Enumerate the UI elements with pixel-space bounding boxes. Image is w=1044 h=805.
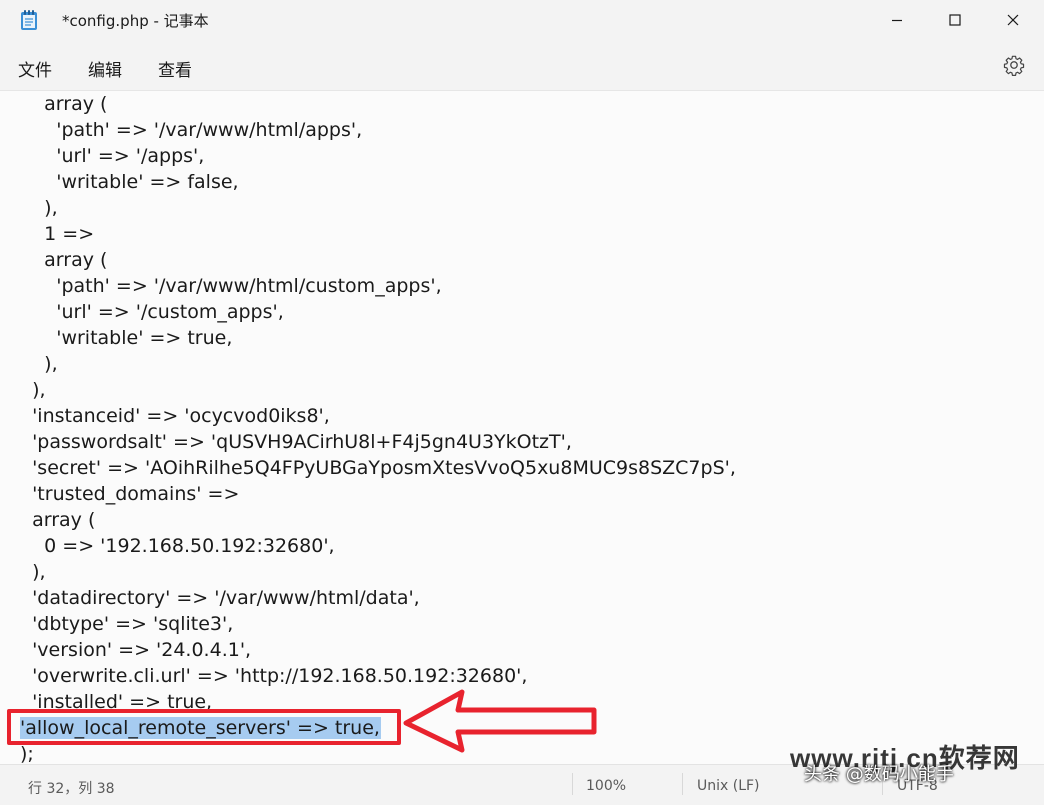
- menu-view[interactable]: 查看: [158, 56, 192, 81]
- line-text: 'instanceid' => 'ocycvod0iks8',: [20, 405, 330, 427]
- red-arrow-icon: [403, 689, 597, 753]
- line-text: 'trusted_domains' =>: [20, 483, 240, 505]
- maximize-button[interactable]: [926, 0, 984, 40]
- code-line: 'writable' => false,: [20, 169, 239, 195]
- code-line: 'passwordsalt' => 'qUSVH9ACirhU8l+F4j5gn…: [20, 429, 572, 455]
- code-line: 'url' => '/apps',: [20, 143, 204, 169]
- line-text: 'path' => '/var/www/html/apps',: [20, 119, 363, 141]
- window-title: *config.php - 记事本: [62, 12, 209, 30]
- line-text: array (: [20, 249, 108, 271]
- code-line: 'url' => '/custom_apps',: [20, 299, 284, 325]
- minimize-icon: [892, 19, 902, 22]
- code-line: ),: [20, 559, 46, 585]
- code-line: 'datadirectory' => '/var/www/html/data',: [20, 585, 420, 611]
- line-text: 'secret' => 'AOihRilhe5Q4FPyUBGaYposmXte…: [20, 457, 736, 479]
- code-line: array (: [20, 507, 95, 533]
- code-line: 'dbtype' => 'sqlite3',: [20, 611, 233, 637]
- line-text: 'url' => '/custom_apps',: [20, 301, 284, 323]
- menu-edit[interactable]: 编辑: [88, 56, 122, 81]
- watermark-author: 头条 @数码小能手: [804, 764, 954, 785]
- line-text: 'datadirectory' => '/var/www/html/data',: [20, 587, 420, 609]
- menu-file[interactable]: 文件: [18, 56, 52, 81]
- close-button[interactable]: [984, 0, 1042, 40]
- cursor-position: 行 32，列 38: [28, 781, 115, 797]
- close-icon: [1007, 14, 1019, 26]
- minimize-button[interactable]: [868, 0, 926, 40]
- line-text: 'passwordsalt' => 'qUSVH9ACirhU8l+F4j5gn…: [20, 431, 572, 453]
- status-divider: [572, 773, 573, 795]
- code-line: ),: [20, 195, 58, 221]
- code-line: ),: [20, 351, 58, 377]
- line-text: 'writable' => false,: [20, 171, 239, 193]
- zoom-level: 100%: [586, 778, 627, 794]
- code-line: 'path' => '/var/www/html/custom_apps',: [20, 273, 442, 299]
- line-text: ),: [20, 561, 46, 583]
- code-line: ),: [20, 377, 46, 403]
- line-text: 'version' => '24.0.4.1',: [20, 639, 252, 661]
- title-bar: *config.php - 记事本: [0, 0, 1044, 40]
- maximize-icon: [949, 14, 961, 26]
- code-line: 'trusted_domains' =>: [20, 481, 239, 507]
- code-line: 1 =>: [20, 221, 94, 247]
- line-text: ),: [20, 197, 58, 219]
- line-text: 'writable' => true,: [20, 327, 233, 349]
- line-text: ),: [20, 353, 58, 375]
- code-line: 0 => '192.168.50.192:32680',: [20, 533, 335, 559]
- menu-bar: 文件 编辑 查看: [0, 40, 1044, 90]
- status-divider: [682, 773, 683, 795]
- line-text: 'path' => '/var/www/html/custom_apps',: [20, 275, 442, 297]
- code-line: 'path' => '/var/www/html/apps',: [20, 117, 362, 143]
- line-ending: Unix (LF): [697, 778, 760, 794]
- line-text: 'dbtype' => 'sqlite3',: [20, 613, 234, 635]
- line-text: array (: [20, 93, 108, 115]
- gear-icon[interactable]: [1003, 54, 1025, 76]
- notepad-icon: [21, 10, 37, 30]
- code-line: array (: [20, 247, 107, 273]
- line-text: 0 => '192.168.50.192:32680',: [20, 535, 335, 557]
- code-line: 'version' => '24.0.4.1',: [20, 637, 251, 663]
- text-editor[interactable]: array ( 'path' => '/var/www/html/apps', …: [0, 90, 1044, 765]
- line-text: 1 =>: [20, 223, 95, 245]
- code-line: array (: [20, 91, 107, 117]
- line-text: ),: [20, 379, 46, 401]
- annotation-highlight-box: [7, 709, 401, 745]
- line-text: );: [20, 743, 34, 765]
- code-line: 'instanceid' => 'ocycvod0iks8',: [20, 403, 330, 429]
- code-line: 'writable' => true,: [20, 325, 232, 351]
- code-line: 'secret' => 'AOihRilhe5Q4FPyUBGaYposmXte…: [20, 455, 736, 481]
- line-text: 'url' => '/apps',: [20, 145, 205, 167]
- line-text: array (: [20, 509, 96, 531]
